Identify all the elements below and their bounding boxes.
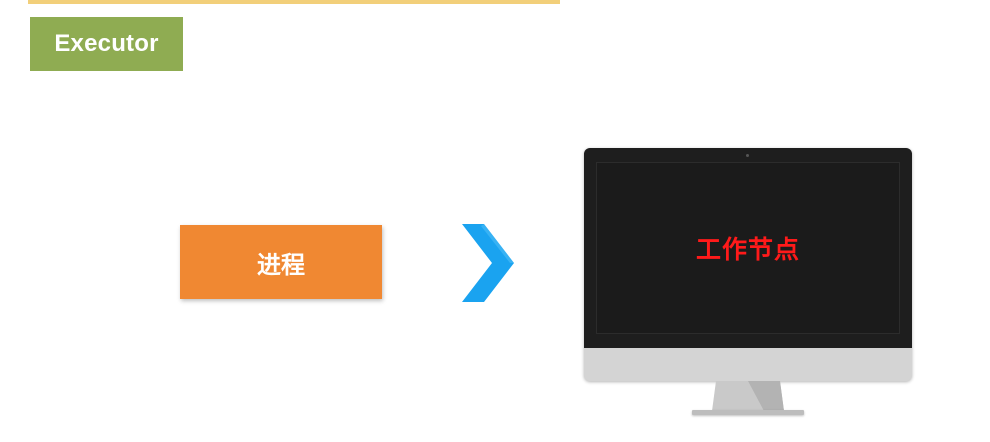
monitor-body: 工作节点 <box>584 148 912 381</box>
monitor-chin <box>584 348 912 381</box>
desktop-monitor-icon: 工作节点 <box>584 148 912 420</box>
monitor-bezel: 工作节点 <box>584 148 912 348</box>
process-box: 进程 <box>180 225 382 299</box>
process-label: 进程 <box>257 251 305 279</box>
worker-node-label: 工作节点 <box>695 236 800 264</box>
slide-title-text: Executor <box>54 30 159 57</box>
monitor-base <box>692 410 804 415</box>
top-accent-rule <box>28 0 560 4</box>
monitor-stand <box>712 381 784 411</box>
camera-icon <box>746 154 749 157</box>
monitor-screen: 工作节点 <box>596 162 900 334</box>
chevron-right-icon <box>462 224 514 302</box>
slide-title: Executor <box>30 17 183 71</box>
